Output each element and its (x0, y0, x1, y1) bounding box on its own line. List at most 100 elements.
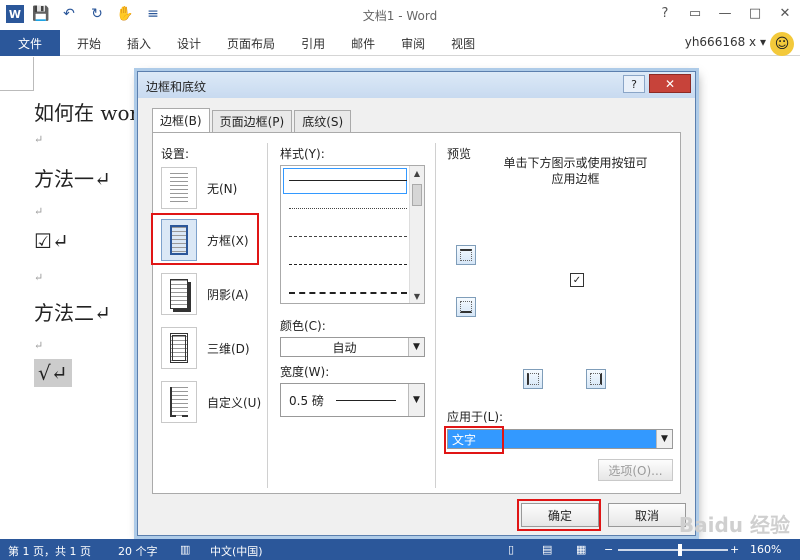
minimize-button[interactable]: — (710, 0, 740, 26)
width-line-sample (335, 399, 396, 401)
cancel-button[interactable]: 取消 (608, 503, 686, 527)
zoom-in-icon[interactable]: + (730, 543, 739, 556)
left-border-button[interactable] (523, 369, 543, 389)
setting-none[interactable]: 无(N) (161, 167, 237, 209)
tab-file[interactable]: 文件 (0, 30, 60, 56)
web-layout-icon[interactable]: ▦ (576, 543, 586, 556)
redo-icon[interactable]: ↻ (86, 4, 108, 24)
ribbon-display-icon[interactable]: ▭ (680, 0, 710, 26)
avatar[interactable]: ☺ (770, 32, 794, 56)
proofing-icon[interactable]: ▥ (180, 543, 190, 556)
top-border-button[interactable] (456, 245, 476, 265)
setting-none-label: 无(N) (207, 181, 238, 196)
scroll-up-icon[interactable]: ▲ (410, 166, 424, 180)
doc-line[interactable]: 方法一↵ (34, 163, 111, 192)
chevron-down-icon[interactable]: ▼ (656, 430, 672, 448)
style-list[interactable]: ▲ ▼ (280, 165, 425, 304)
paragraph-mark: ↵ (34, 205, 44, 218)
undo-icon[interactable]: ↶ (58, 4, 80, 24)
scroll-thumb[interactable] (412, 184, 422, 206)
paragraph-mark: ↵ (34, 133, 44, 146)
close-button[interactable]: ✕ (770, 0, 800, 26)
highlight-box-setting (151, 213, 259, 265)
page-count[interactable]: 第 1 页，共 1 页 (8, 543, 91, 559)
tab-page-border[interactable]: 页面边框(P) (211, 110, 293, 132)
style-selected-item[interactable] (283, 168, 407, 194)
preview-hint: 单击下方图示或使用按钮可应用边框 (503, 156, 648, 186)
tab-design[interactable]: 设计 (164, 30, 214, 56)
word-count[interactable]: 20 个字 (118, 543, 158, 559)
bottom-border-button[interactable] (456, 297, 476, 317)
setting-shadow-icon (161, 273, 197, 315)
setting-none-icon (161, 167, 197, 209)
preview-sample[interactable]: ✓ (570, 273, 584, 287)
setting-custom[interactable]: 自定义(U) (161, 381, 261, 423)
page-margin-corner (0, 57, 34, 91)
zoom-slider[interactable] (618, 549, 728, 551)
tab-shading[interactable]: 底纹(S) (294, 110, 352, 132)
watermark: Baidu 经验 (678, 513, 790, 537)
color-label: 颜色(C): (280, 319, 326, 333)
borders-panel: 设置: 无(N) 方框(X) 阴影(A) 三维(D) 自定义(U) 样式(Y): (151, 132, 681, 494)
chevron-down-icon[interactable]: ▼ (408, 384, 424, 416)
zoom-slider-thumb[interactable] (678, 544, 682, 556)
save-icon[interactable]: 💾 (30, 4, 52, 24)
width-select[interactable]: 0.5 磅 ▼ (280, 383, 425, 417)
dialog-title: 边框和底纹 (146, 80, 207, 94)
highlight-ok (517, 499, 601, 531)
style-dotted[interactable] (289, 208, 407, 209)
doc-line[interactable]: 方法二↵ (34, 297, 111, 326)
options-button[interactable]: 选项(O)... (598, 459, 673, 481)
tab-view[interactable]: 视图 (438, 30, 488, 56)
maximize-button[interactable]: □ (740, 0, 770, 26)
scroll-down-icon[interactable]: ▼ (410, 289, 424, 303)
zoom-out-icon[interactable]: − (604, 543, 613, 556)
status-bar: 第 1 页，共 1 页 20 个字 ▥ 中文(中国) ▯ ▤ ▦ − + 160… (0, 539, 800, 560)
tab-home[interactable]: 开始 (64, 30, 114, 56)
help-icon[interactable]: ? (650, 0, 680, 26)
style-dashed[interactable] (289, 264, 407, 265)
separator (267, 143, 268, 488)
doc-line[interactable]: √↵ (34, 359, 72, 387)
color-select[interactable]: 自动 ▼ (280, 337, 425, 357)
preview-label: 预览 (447, 147, 472, 161)
title-bar: W 💾 ↶ ↻ ✋ ≡ 文档1 - Word ? ▭ — □ ✕ (0, 0, 800, 30)
shaded-check: √↵ (34, 359, 72, 387)
highlight-apply-to (444, 426, 504, 454)
dialog-tabs: 边框(B) 页面边框(P) 底纹(S) (152, 108, 353, 132)
zoom-level[interactable]: 160% (750, 543, 781, 556)
user-account[interactable]: yh666168 x ▾ (685, 35, 766, 49)
style-scrollbar[interactable]: ▲ ▼ (409, 166, 424, 303)
print-layout-icon[interactable]: ▤ (542, 543, 552, 556)
setting-custom-icon (161, 381, 197, 423)
paragraph-mark: ↵ (34, 271, 44, 284)
doc-line[interactable]: ☑↵ (34, 229, 69, 253)
style-dashed-fine[interactable] (289, 236, 407, 237)
width-value: 0.5 磅 (289, 393, 324, 408)
color-value: 自动 (332, 340, 357, 355)
style-solid[interactable] (289, 180, 407, 181)
touch-mode-icon[interactable]: ✋ (114, 4, 136, 24)
setting-3d[interactable]: 三维(D) (161, 327, 250, 369)
tab-mailings[interactable]: 邮件 (338, 30, 388, 56)
tab-page-layout[interactable]: 页面布局 (214, 30, 288, 56)
quick-access-toolbar: W 💾 ↶ ↻ ✋ ≡ (6, 4, 164, 24)
doc-line[interactable]: 如何在 wor (34, 97, 139, 126)
style-dash-dot[interactable] (289, 292, 407, 294)
customize-qat-icon[interactable]: ≡ (142, 4, 164, 24)
setting-3d-icon (161, 327, 197, 369)
chevron-down-icon[interactable]: ▼ (408, 338, 424, 356)
read-mode-icon[interactable]: ▯ (508, 543, 514, 556)
word-logo-icon: W (6, 5, 24, 23)
tab-review[interactable]: 审阅 (388, 30, 438, 56)
ribbon-tabs: 文件 开始 插入 设计 页面布局 引用 邮件 审阅 视图 yh666168 x … (0, 30, 800, 56)
tab-insert[interactable]: 插入 (114, 30, 164, 56)
dialog-title-bar: 边框和底纹 ? ✕ (138, 72, 695, 98)
dialog-help-button[interactable]: ? (623, 75, 645, 93)
tab-references[interactable]: 引用 (288, 30, 338, 56)
language[interactable]: 中文(中国) (210, 543, 263, 559)
setting-shadow[interactable]: 阴影(A) (161, 273, 249, 315)
right-border-button[interactable] (586, 369, 606, 389)
dialog-close-button[interactable]: ✕ (649, 74, 691, 93)
tab-borders[interactable]: 边框(B) (152, 108, 210, 132)
